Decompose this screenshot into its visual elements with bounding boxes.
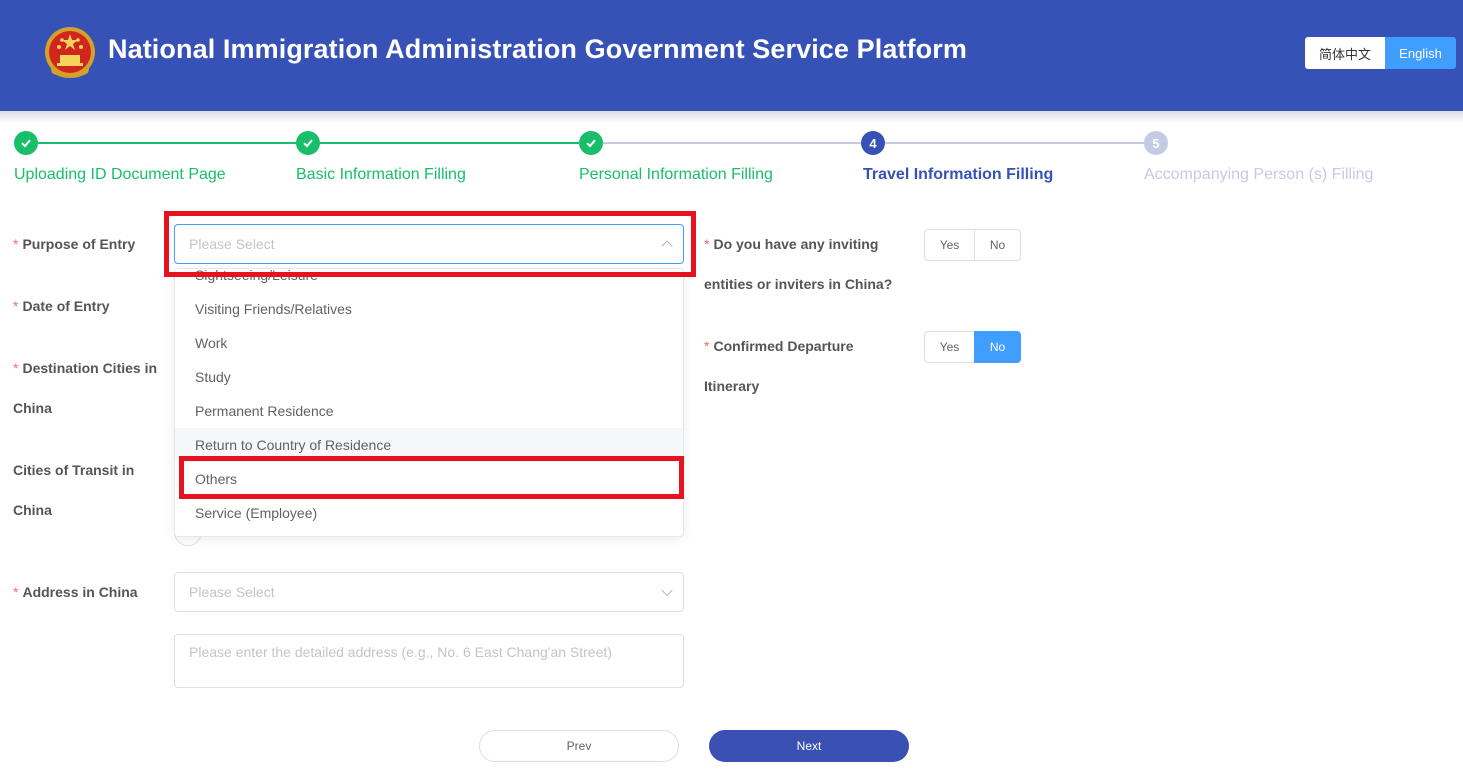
departure-itinerary-label-2: Itinerary bbox=[704, 378, 760, 394]
purpose-of-entry-label: * Purpose of Entry bbox=[13, 236, 136, 252]
header-shadow bbox=[0, 111, 1463, 123]
lang-chinese-button[interactable]: 简体中文 bbox=[1305, 37, 1385, 69]
departure-itinerary-label: * Confirmed Departure bbox=[704, 338, 854, 354]
date-of-entry-label: * Date of Entry bbox=[13, 298, 110, 314]
transit-cities-label: Cities of Transit in bbox=[13, 462, 135, 478]
highlight-box-select bbox=[164, 211, 696, 277]
inviting-entities-label-2: entities or inviters in China? bbox=[704, 276, 893, 292]
required-mark: * bbox=[13, 298, 19, 314]
step-connector bbox=[38, 142, 296, 144]
step-label: Accompanying Person (s) Filling bbox=[1144, 166, 1374, 183]
inviting-toggle: Yes No bbox=[924, 229, 1021, 261]
step-connector bbox=[603, 142, 861, 144]
step-connector bbox=[885, 142, 1144, 144]
address-province-select[interactable]: Please Select bbox=[174, 572, 684, 612]
dropdown-option[interactable]: Service (Employee) bbox=[175, 496, 683, 530]
required-mark: * bbox=[704, 236, 710, 252]
check-icon bbox=[579, 131, 603, 155]
highlight-box-others bbox=[179, 456, 684, 499]
step-connector bbox=[320, 142, 579, 144]
language-switch: 简体中文 English bbox=[1305, 37, 1456, 69]
dropdown-option[interactable]: Work bbox=[175, 326, 683, 360]
destination-cities-label: * Destination Cities in bbox=[13, 360, 158, 376]
inviting-no-button[interactable]: No bbox=[974, 229, 1021, 261]
site-title: National Immigration Administration Gove… bbox=[108, 34, 967, 64]
step-label: Travel Information Filling bbox=[863, 166, 1054, 183]
detailed-address-input[interactable]: Please enter the detailed address (e.g.,… bbox=[174, 634, 684, 688]
step-number: 5 bbox=[1144, 131, 1168, 155]
departure-yes-button[interactable]: Yes bbox=[924, 331, 974, 363]
required-mark: * bbox=[13, 584, 19, 600]
chevron-down-icon bbox=[661, 584, 673, 597]
departure-toggle: Yes No bbox=[924, 331, 1021, 363]
check-icon bbox=[296, 131, 320, 155]
inviting-yes-button[interactable]: Yes bbox=[924, 229, 974, 261]
prev-button[interactable]: Prev bbox=[479, 730, 679, 762]
inviting-entities-label: * Do you have any inviting bbox=[704, 236, 879, 252]
lang-english-button[interactable]: English bbox=[1385, 37, 1456, 69]
select-placeholder: Please Select bbox=[189, 584, 275, 600]
step-number: 4 bbox=[861, 131, 885, 155]
dropdown-option[interactable]: Study bbox=[175, 360, 683, 394]
required-mark: * bbox=[704, 338, 710, 354]
step-label: Uploading ID Document Page bbox=[14, 166, 226, 183]
national-emblem-icon bbox=[45, 27, 95, 78]
dropdown-option[interactable]: Permanent Residence bbox=[175, 394, 683, 428]
dropdown-option[interactable]: Visiting Friends/Relatives bbox=[175, 292, 683, 326]
check-icon bbox=[14, 131, 38, 155]
departure-no-button[interactable]: No bbox=[974, 331, 1021, 363]
step-label: Personal Information Filling bbox=[579, 166, 773, 183]
destination-cities-label-2: China bbox=[13, 400, 52, 416]
next-button[interactable]: Next bbox=[709, 730, 909, 762]
step-label: Basic Information Filling bbox=[296, 166, 466, 183]
address-in-china-label: * Address in China bbox=[13, 584, 138, 600]
required-mark: * bbox=[13, 360, 19, 376]
header-bar: National Immigration Administration Gove… bbox=[0, 0, 1463, 111]
required-mark: * bbox=[13, 236, 19, 252]
transit-cities-label-2: China bbox=[13, 502, 52, 518]
